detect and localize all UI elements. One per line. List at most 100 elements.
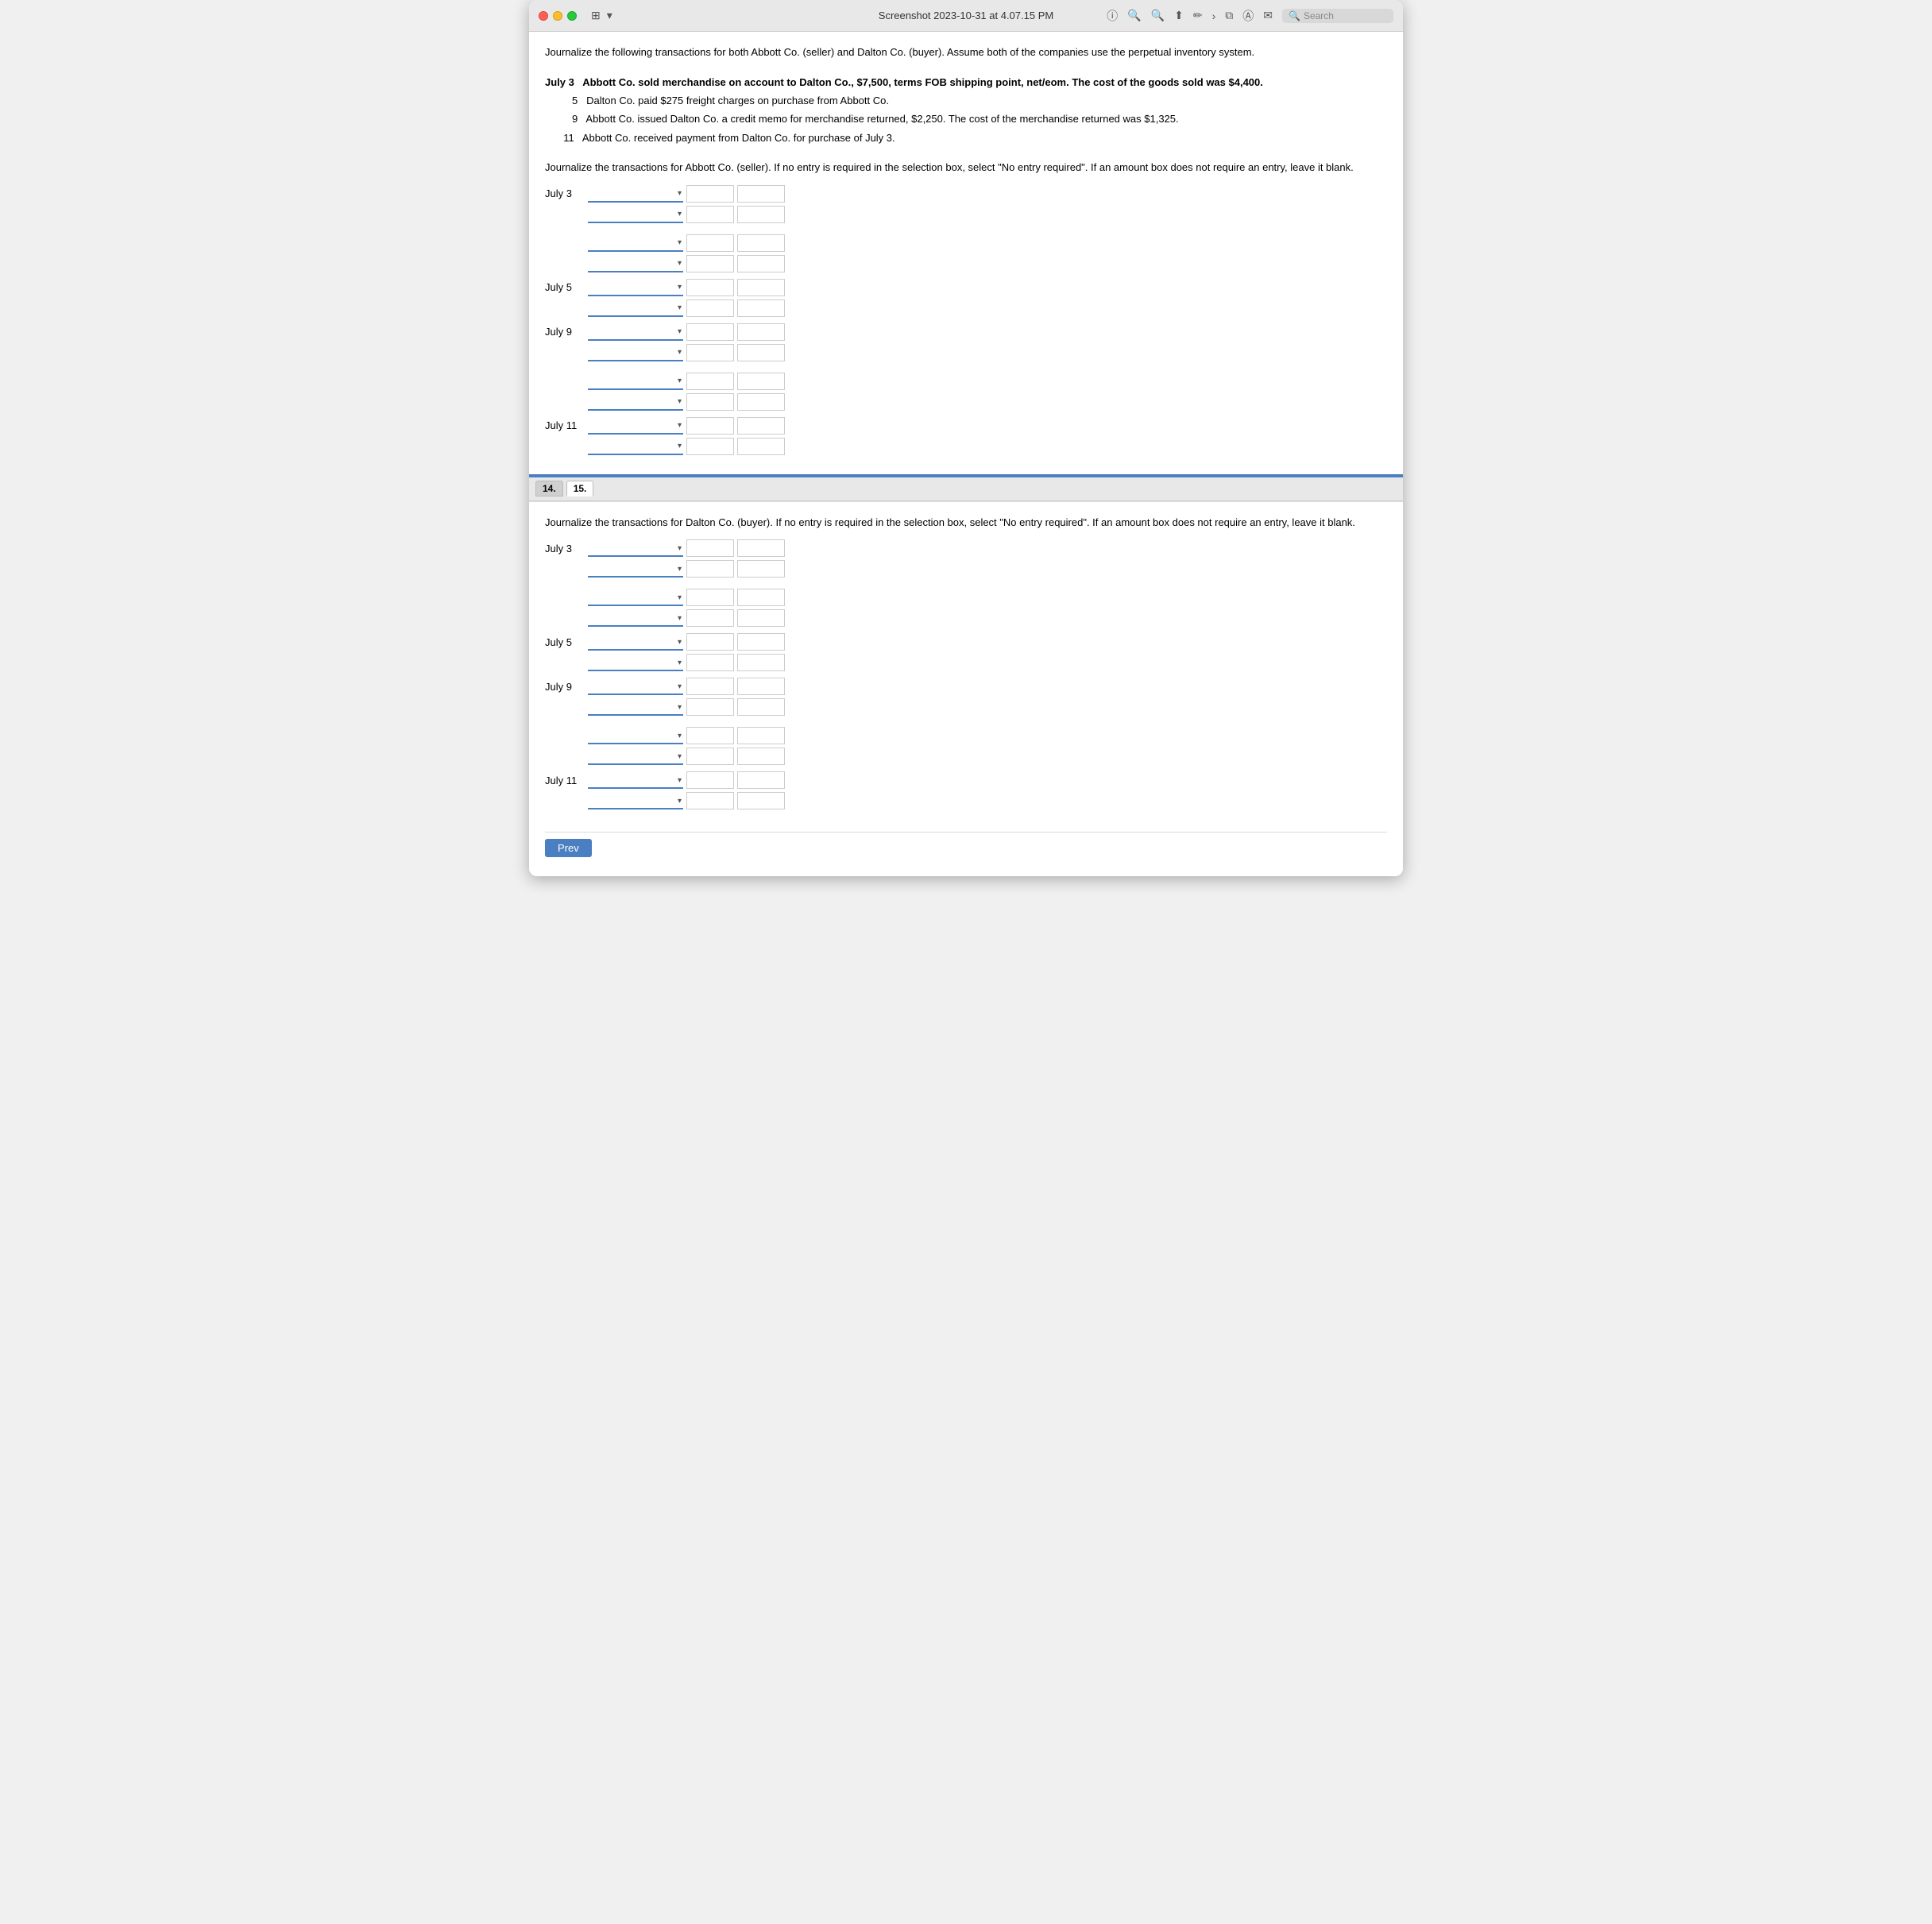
dalton-july5-credit2[interactable] xyxy=(737,654,785,671)
copy-icon[interactable]: ⧉ xyxy=(1225,9,1233,22)
dalton-july9-credit1[interactable] xyxy=(737,678,785,695)
abbott-july5-account1-select[interactable] xyxy=(588,279,683,296)
dalton-july9-account3-select[interactable] xyxy=(588,727,683,744)
abbott-july3-account3-select[interactable] xyxy=(588,234,683,252)
accessibility-icon[interactable]: Ⓐ xyxy=(1242,8,1254,24)
dalton-july5-credit1[interactable] xyxy=(737,633,785,651)
dalton-july9-account2-select[interactable] xyxy=(588,698,683,716)
dalton-july9-credit4[interactable] xyxy=(737,748,785,765)
abbott-july3-label: July 3 xyxy=(545,187,585,199)
edit-icon[interactable]: ✏ xyxy=(1193,9,1203,22)
abbott-july3-debit3[interactable] xyxy=(686,234,734,252)
chevron-icon[interactable]: › xyxy=(1212,10,1216,22)
dalton-july3-account3-select[interactable] xyxy=(588,589,683,606)
dalton-july9-credit3[interactable] xyxy=(737,727,785,744)
dalton-july9-account4-select[interactable] xyxy=(588,748,683,765)
share-icon[interactable]: ⬆ xyxy=(1174,9,1184,22)
dalton-july11-account1-select[interactable] xyxy=(588,771,683,789)
dalton-july9-credit2[interactable] xyxy=(737,698,785,716)
chevron-down-icon[interactable]: ▾ xyxy=(607,9,612,22)
window-title: Screenshot 2023-10-31 at 4.07.15 PM xyxy=(879,10,1053,21)
search-bar[interactable]: 🔍 Search xyxy=(1282,9,1393,23)
abbott-july3-debit1[interactable] xyxy=(686,185,734,203)
dalton-july3-credit4[interactable] xyxy=(737,609,785,627)
abbott-july9-debit3[interactable] xyxy=(686,373,734,390)
dalton-july11-credit2[interactable] xyxy=(737,792,785,809)
dalton-july9-debit1[interactable] xyxy=(686,678,734,695)
abbott-july9-account1-select[interactable] xyxy=(588,323,683,341)
dalton-july9-account1-select[interactable] xyxy=(588,678,683,695)
tab-15[interactable]: 15. xyxy=(566,481,594,496)
abbott-july11-credit2[interactable] xyxy=(737,438,785,455)
close-button[interactable] xyxy=(539,11,548,21)
dalton-july3-account4-wrapper xyxy=(588,609,683,627)
abbott-july3-account2-select[interactable] xyxy=(588,206,683,223)
minimize-button[interactable] xyxy=(553,11,562,21)
toolbar-icons: ⓘ 🔍 🔍 ⬆ ✏ › ⧉ Ⓐ ✉ 🔍 Search xyxy=(1107,8,1393,24)
dalton-july3-debit1[interactable] xyxy=(686,539,734,557)
abbott-july11-account2-select[interactable] xyxy=(588,438,683,455)
dalton-july11-debit2[interactable] xyxy=(686,792,734,809)
abbott-july3-credit4[interactable] xyxy=(737,255,785,272)
abbott-july3-row1: July 3 xyxy=(545,185,1387,203)
dalton-july3-credit1[interactable] xyxy=(737,539,785,557)
abbott-july5-debit1[interactable] xyxy=(686,279,734,296)
abbott-july9-credit4[interactable] xyxy=(737,393,785,411)
main-window: ⊞ ▾ Screenshot 2023-10-31 at 4.07.15 PM … xyxy=(529,0,1403,876)
abbott-july9-account3-select[interactable] xyxy=(588,373,683,390)
zoom-in-icon[interactable]: 🔍 xyxy=(1151,9,1165,22)
dalton-july9-debit2[interactable] xyxy=(686,698,734,716)
dalton-july11-credit1[interactable] xyxy=(737,771,785,789)
dalton-july9-debit4[interactable] xyxy=(686,748,734,765)
dalton-july5-account2-select[interactable] xyxy=(588,654,683,671)
dalton-july3-debit3[interactable] xyxy=(686,589,734,606)
dalton-july3-credit3[interactable] xyxy=(737,589,785,606)
abbott-july3-account1-select[interactable] xyxy=(588,185,683,203)
dalton-july3-debit4[interactable] xyxy=(686,609,734,627)
dalton-july3-account1-select[interactable] xyxy=(588,539,683,557)
abbott-july5-debit2[interactable] xyxy=(686,299,734,317)
abbott-july3-debit2[interactable] xyxy=(686,206,734,223)
abbott-july11-debit1[interactable] xyxy=(686,417,734,435)
abbott-july9-debit1[interactable] xyxy=(686,323,734,341)
abbott-july9-debit2[interactable] xyxy=(686,344,734,361)
dalton-july3-credit2[interactable] xyxy=(737,560,785,578)
dalton-july9-account2-wrapper xyxy=(588,698,683,716)
abbott-july9-credit3[interactable] xyxy=(737,373,785,390)
abbott-july9-credit2[interactable] xyxy=(737,344,785,361)
dalton-july5-account1-select[interactable] xyxy=(588,633,683,651)
dalton-july3-row1: July 3 xyxy=(545,539,1387,557)
dalton-july3-account4-select[interactable] xyxy=(588,609,683,627)
dalton-july9-debit3[interactable] xyxy=(686,727,734,744)
abbott-july9-account4-select[interactable] xyxy=(588,393,683,411)
abbott-july11-credit1[interactable] xyxy=(737,417,785,435)
sidebar-toggle-icon[interactable]: ⊞ xyxy=(591,9,601,22)
abbott-july9-debit4[interactable] xyxy=(686,393,734,411)
prev-button[interactable]: Prev xyxy=(545,839,592,857)
abbott-july9-account2-select[interactable] xyxy=(588,344,683,361)
dalton-july11-account2-select[interactable] xyxy=(588,792,683,809)
dalton-july3-debit2[interactable] xyxy=(686,560,734,578)
abbott-july3-account4-select[interactable] xyxy=(588,255,683,272)
abbott-july3-credit2[interactable] xyxy=(737,206,785,223)
abbott-july9-credit1[interactable] xyxy=(737,323,785,341)
dalton-july5-debit2[interactable] xyxy=(686,654,734,671)
abbott-july11-account1-select[interactable] xyxy=(588,417,683,435)
abbott-july3-credit3[interactable] xyxy=(737,234,785,252)
abbott-july11-debit2[interactable] xyxy=(686,438,734,455)
dalton-july9-row1: July 9 xyxy=(545,678,1387,695)
maximize-button[interactable] xyxy=(567,11,577,21)
abbott-july3-debit4[interactable] xyxy=(686,255,734,272)
dalton-july3-account2-select[interactable] xyxy=(588,560,683,578)
markup-icon[interactable]: ✉ xyxy=(1263,9,1273,22)
zoom-out-icon[interactable]: 🔍 xyxy=(1127,9,1141,22)
abbott-july5-credit1[interactable] xyxy=(737,279,785,296)
abbott-july3-credit1[interactable] xyxy=(737,185,785,203)
abbott-july5-credit2[interactable] xyxy=(737,299,785,317)
info-icon[interactable]: ⓘ xyxy=(1107,8,1118,24)
abbott-july5-account2-select[interactable] xyxy=(588,299,683,317)
abbott-july9-row1: July 9 xyxy=(545,323,1387,341)
dalton-july5-debit1[interactable] xyxy=(686,633,734,651)
tab-14[interactable]: 14. xyxy=(535,481,563,496)
dalton-july11-debit1[interactable] xyxy=(686,771,734,789)
